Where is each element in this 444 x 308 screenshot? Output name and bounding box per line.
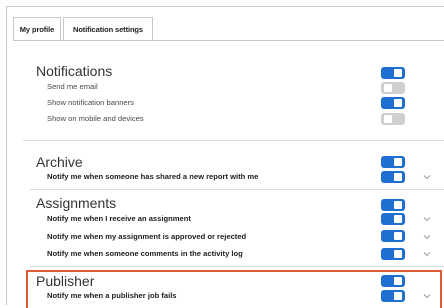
send-email-toggle[interactable] xyxy=(381,82,405,94)
notifications-heading: Notifications xyxy=(36,63,113,79)
chevron-down-icon[interactable] xyxy=(423,233,431,241)
publisher-heading: Publisher xyxy=(36,273,95,289)
chevron-down-icon[interactable] xyxy=(423,215,431,223)
archive-master-toggle[interactable] xyxy=(381,156,405,168)
mobile-devices-toggle[interactable] xyxy=(381,113,405,125)
chevron-down-icon[interactable] xyxy=(423,250,431,258)
assignment-approved-label: Notify me when my assignment is approved… xyxy=(47,232,247,241)
archive-shared-report-toggle[interactable] xyxy=(381,171,405,183)
assignment-received-toggle[interactable] xyxy=(381,213,405,225)
archive-shared-report-label: Notify me when someone has shared a new … xyxy=(47,172,259,181)
notifications-master-toggle[interactable] xyxy=(381,67,405,79)
tab-my-profile[interactable]: My profile xyxy=(13,17,61,41)
publisher-job-fails-toggle[interactable] xyxy=(381,290,405,302)
notification-banners-toggle[interactable] xyxy=(381,97,405,109)
archive-heading: Archive xyxy=(36,154,83,170)
notification-banners-label: Show notification banners xyxy=(47,98,134,107)
tab-divider xyxy=(13,40,444,41)
mobile-devices-label: Show on mobile and devices xyxy=(47,114,144,123)
activity-log-comments-toggle[interactable] xyxy=(381,248,405,260)
assignment-received-label: Notify me when I receive an assignment xyxy=(47,214,191,223)
section-divider xyxy=(30,266,444,267)
publisher-job-fails-label: Notify me when a publisher job fails xyxy=(47,291,177,300)
assignment-approved-toggle[interactable] xyxy=(381,230,405,242)
section-divider xyxy=(23,140,444,141)
chevron-down-icon[interactable] xyxy=(423,292,431,300)
section-divider xyxy=(30,189,444,190)
assignments-heading: Assignments xyxy=(36,195,117,211)
send-email-label: Send me email xyxy=(47,82,98,91)
assignments-master-toggle[interactable] xyxy=(381,199,405,211)
activity-log-comments-label: Notify me when someone comments in the a… xyxy=(47,249,243,258)
chevron-down-icon[interactable] xyxy=(423,173,431,181)
publisher-master-toggle[interactable] xyxy=(381,275,405,287)
tab-notification-settings[interactable]: Notification settings xyxy=(63,17,153,42)
